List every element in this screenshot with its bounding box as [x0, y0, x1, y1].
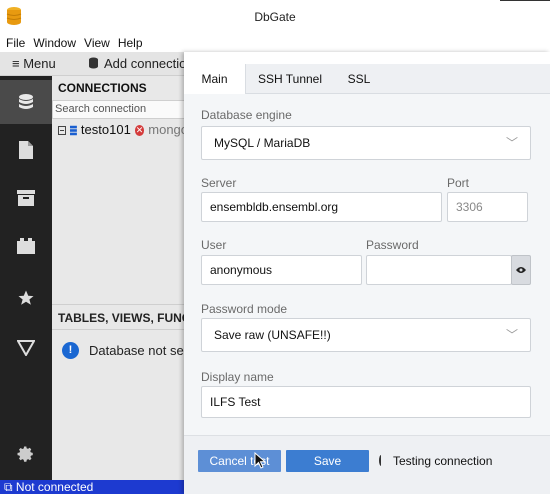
info-icon: ! — [62, 342, 79, 359]
engine-label: Database engine — [201, 108, 292, 122]
sidebar-databases[interactable] — [0, 80, 52, 124]
collapse-icon[interactable] — [58, 125, 67, 135]
icon-sidebar — [0, 76, 52, 480]
sidebar-archive[interactable] — [0, 176, 52, 220]
connection-type: mongo — [148, 122, 188, 137]
server-input[interactable]: ensembldb.ensembl.org — [201, 192, 442, 222]
database-add-icon — [89, 57, 98, 69]
eye-icon — [516, 267, 526, 273]
engine-select[interactable]: MySQL / MariaDB ﹀ — [201, 126, 531, 160]
engine-value: MySQL / MariaDB — [214, 136, 311, 150]
chevron-down-icon: ﹀ — [505, 136, 518, 150]
cancel-test-button[interactable]: Cancel test — [198, 450, 281, 472]
display-name-label: Display name — [201, 370, 274, 384]
window-title: DbGate — [254, 10, 296, 24]
plugin-icon — [17, 238, 35, 254]
save-button[interactable]: Save — [286, 450, 369, 472]
sidebar-files[interactable] — [0, 128, 52, 172]
tables-header: TABLES, VIEWS, FUNCTIONS — [52, 304, 188, 330]
menu-file[interactable]: File — [0, 34, 29, 52]
search-connection-input[interactable]: Search connection — [52, 100, 188, 119]
tab-main[interactable]: Main — [184, 64, 246, 94]
tab-ssh-tunnel[interactable]: SSH Tunnel — [246, 64, 334, 94]
gear-icon — [17, 446, 33, 462]
status-text: Not connected — [15, 480, 94, 494]
title-divider — [500, 0, 550, 1]
connection-form: Database engine MySQL / MariaDB ﹀ Server… — [184, 94, 550, 435]
connection-name: testo101 — [80, 122, 131, 137]
sidebar-filter[interactable] — [0, 326, 52, 370]
show-password-button[interactable] — [511, 255, 531, 285]
add-connection-label: Add connection — [104, 56, 194, 71]
testing-status-text: Testing connection — [393, 454, 493, 468]
menu-window[interactable]: Window — [29, 34, 80, 52]
menu-view[interactable]: View — [80, 34, 114, 52]
menu-button[interactable]: ≡ Menu — [4, 52, 64, 76]
connection-item[interactable]: testo101 ✕ mongo — [52, 119, 188, 141]
error-icon: ✕ — [134, 124, 145, 136]
archive-icon — [17, 190, 35, 206]
password-mode-select[interactable]: Save raw (UNSAFE!!) ﹀ — [201, 318, 531, 352]
port-input[interactable]: 3306 — [447, 192, 528, 222]
mouse-cursor-icon — [254, 452, 267, 469]
display-name-input[interactable]: ILFS Test — [201, 386, 531, 418]
connections-header: CONNECTIONS — [52, 76, 188, 100]
password-mode-label: Password mode — [201, 302, 288, 316]
server-label: Server — [201, 176, 237, 190]
database-icon — [19, 94, 33, 109]
star-icon — [18, 290, 34, 305]
database-icon — [70, 125, 77, 135]
dialog-tabs: Main SSH Tunnel SSL — [184, 64, 550, 94]
password-input[interactable] — [366, 255, 512, 285]
password-mode-value: Save raw (UNSAFE!!) — [214, 328, 331, 342]
user-label: User — [201, 238, 227, 252]
menu-bar: File Window View Help — [0, 34, 550, 52]
menu-button-label: Menu — [23, 56, 56, 71]
sidebar-favorites[interactable] — [0, 276, 52, 320]
filter-icon — [17, 340, 35, 356]
connections-panel: CONNECTIONS Search connection testo101 ✕… — [52, 76, 218, 480]
port-label: Port — [447, 176, 470, 190]
file-icon — [19, 141, 33, 159]
chevron-down-icon: ﹀ — [505, 328, 518, 342]
sidebar-settings[interactable] — [0, 432, 52, 476]
title-bar: DbGate — [0, 0, 550, 34]
sidebar-plugins[interactable] — [0, 224, 52, 268]
password-label: Password — [366, 238, 419, 252]
user-input[interactable]: anonymous — [201, 255, 362, 285]
loading-spinner-icon — [379, 455, 383, 466]
network-icon: ⧉ — [4, 480, 13, 494]
connection-dialog: Main SSH Tunnel SSL Database engine MySQ… — [184, 52, 550, 494]
tab-ssl[interactable]: SSL — [334, 64, 384, 94]
menu-help[interactable]: Help — [114, 34, 147, 52]
dialog-footer: Cancel test Save Testing connection — [184, 435, 550, 494]
hamburger-icon: ≡ — [12, 56, 20, 71]
